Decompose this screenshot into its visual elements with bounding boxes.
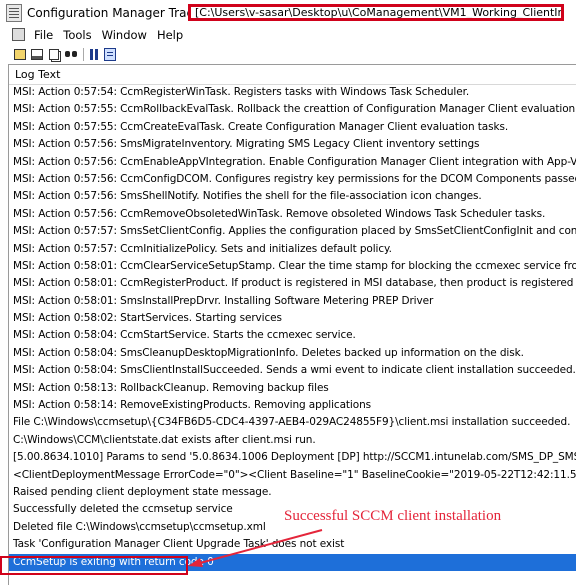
annotation-arrow — [188, 529, 323, 567]
arrow-head — [188, 558, 203, 567]
arrow-line — [199, 529, 323, 564]
